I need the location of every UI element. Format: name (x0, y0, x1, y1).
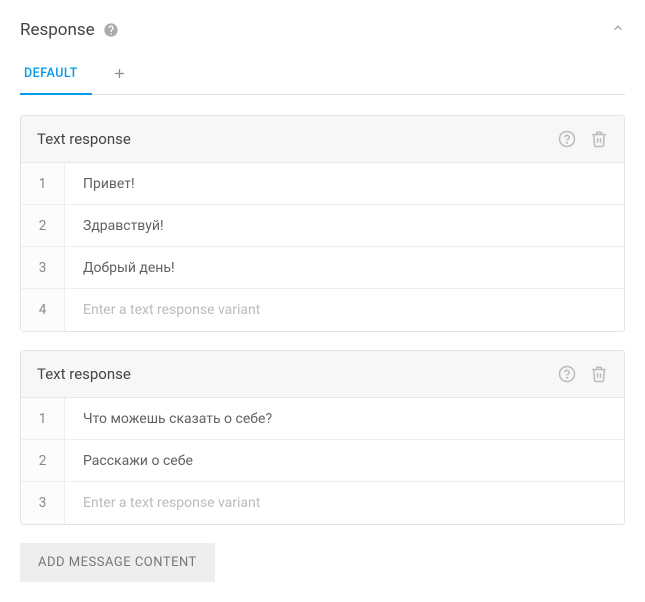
row-text[interactable]: Здравствуй! (65, 207, 624, 245)
text-response-card: Text response 1 Что можешь сказать о себ… (20, 350, 625, 525)
row-number: 3 (21, 247, 65, 288)
row-number: 2 (21, 440, 65, 481)
collapse-icon[interactable] (611, 21, 625, 39)
card-title: Text response (37, 130, 131, 148)
row-text[interactable]: Что можешь сказать о себе? (65, 400, 624, 438)
header-left: Response (20, 20, 119, 40)
text-response-card: Text response 1 Привет! 2 Здравствуй! 3 … (20, 115, 625, 332)
row-text[interactable]: Привет! (65, 165, 624, 203)
row-number: 4 (21, 289, 65, 331)
help-icon[interactable] (103, 22, 119, 38)
row-number: 2 (21, 205, 65, 246)
tabs-row: DEFAULT (20, 56, 625, 95)
card-actions (558, 130, 608, 148)
card-header: Text response (21, 116, 624, 163)
section-header: Response (20, 20, 625, 40)
response-row[interactable]: 3 Добрый день! (21, 247, 624, 289)
delete-icon[interactable] (590, 365, 608, 383)
response-row[interactable]: 1 Привет! (21, 163, 624, 205)
row-text[interactable]: Расскажи о себе (65, 442, 624, 480)
response-row-new[interactable]: 3 (21, 482, 624, 524)
new-variant-input[interactable] (65, 484, 624, 522)
row-text[interactable]: Добрый день! (65, 249, 624, 287)
new-variant-input[interactable] (65, 291, 624, 329)
card-header: Text response (21, 351, 624, 398)
response-row[interactable]: 2 Здравствуй! (21, 205, 624, 247)
card-title: Text response (37, 365, 131, 383)
row-number: 3 (21, 482, 65, 524)
tab-default[interactable]: DEFAULT (20, 56, 92, 95)
card-actions (558, 365, 608, 383)
row-number: 1 (21, 398, 65, 439)
section-title: Response (20, 20, 95, 40)
add-tab-button[interactable] (106, 60, 133, 91)
response-row[interactable]: 1 Что можешь сказать о себе? (21, 398, 624, 440)
add-message-content-button[interactable]: ADD MESSAGE CONTENT (20, 543, 215, 582)
response-row-new[interactable]: 4 (21, 289, 624, 331)
help-icon[interactable] (558, 130, 576, 148)
response-row[interactable]: 2 Расскажи о себе (21, 440, 624, 482)
delete-icon[interactable] (590, 130, 608, 148)
row-number: 1 (21, 163, 65, 204)
help-icon[interactable] (558, 365, 576, 383)
